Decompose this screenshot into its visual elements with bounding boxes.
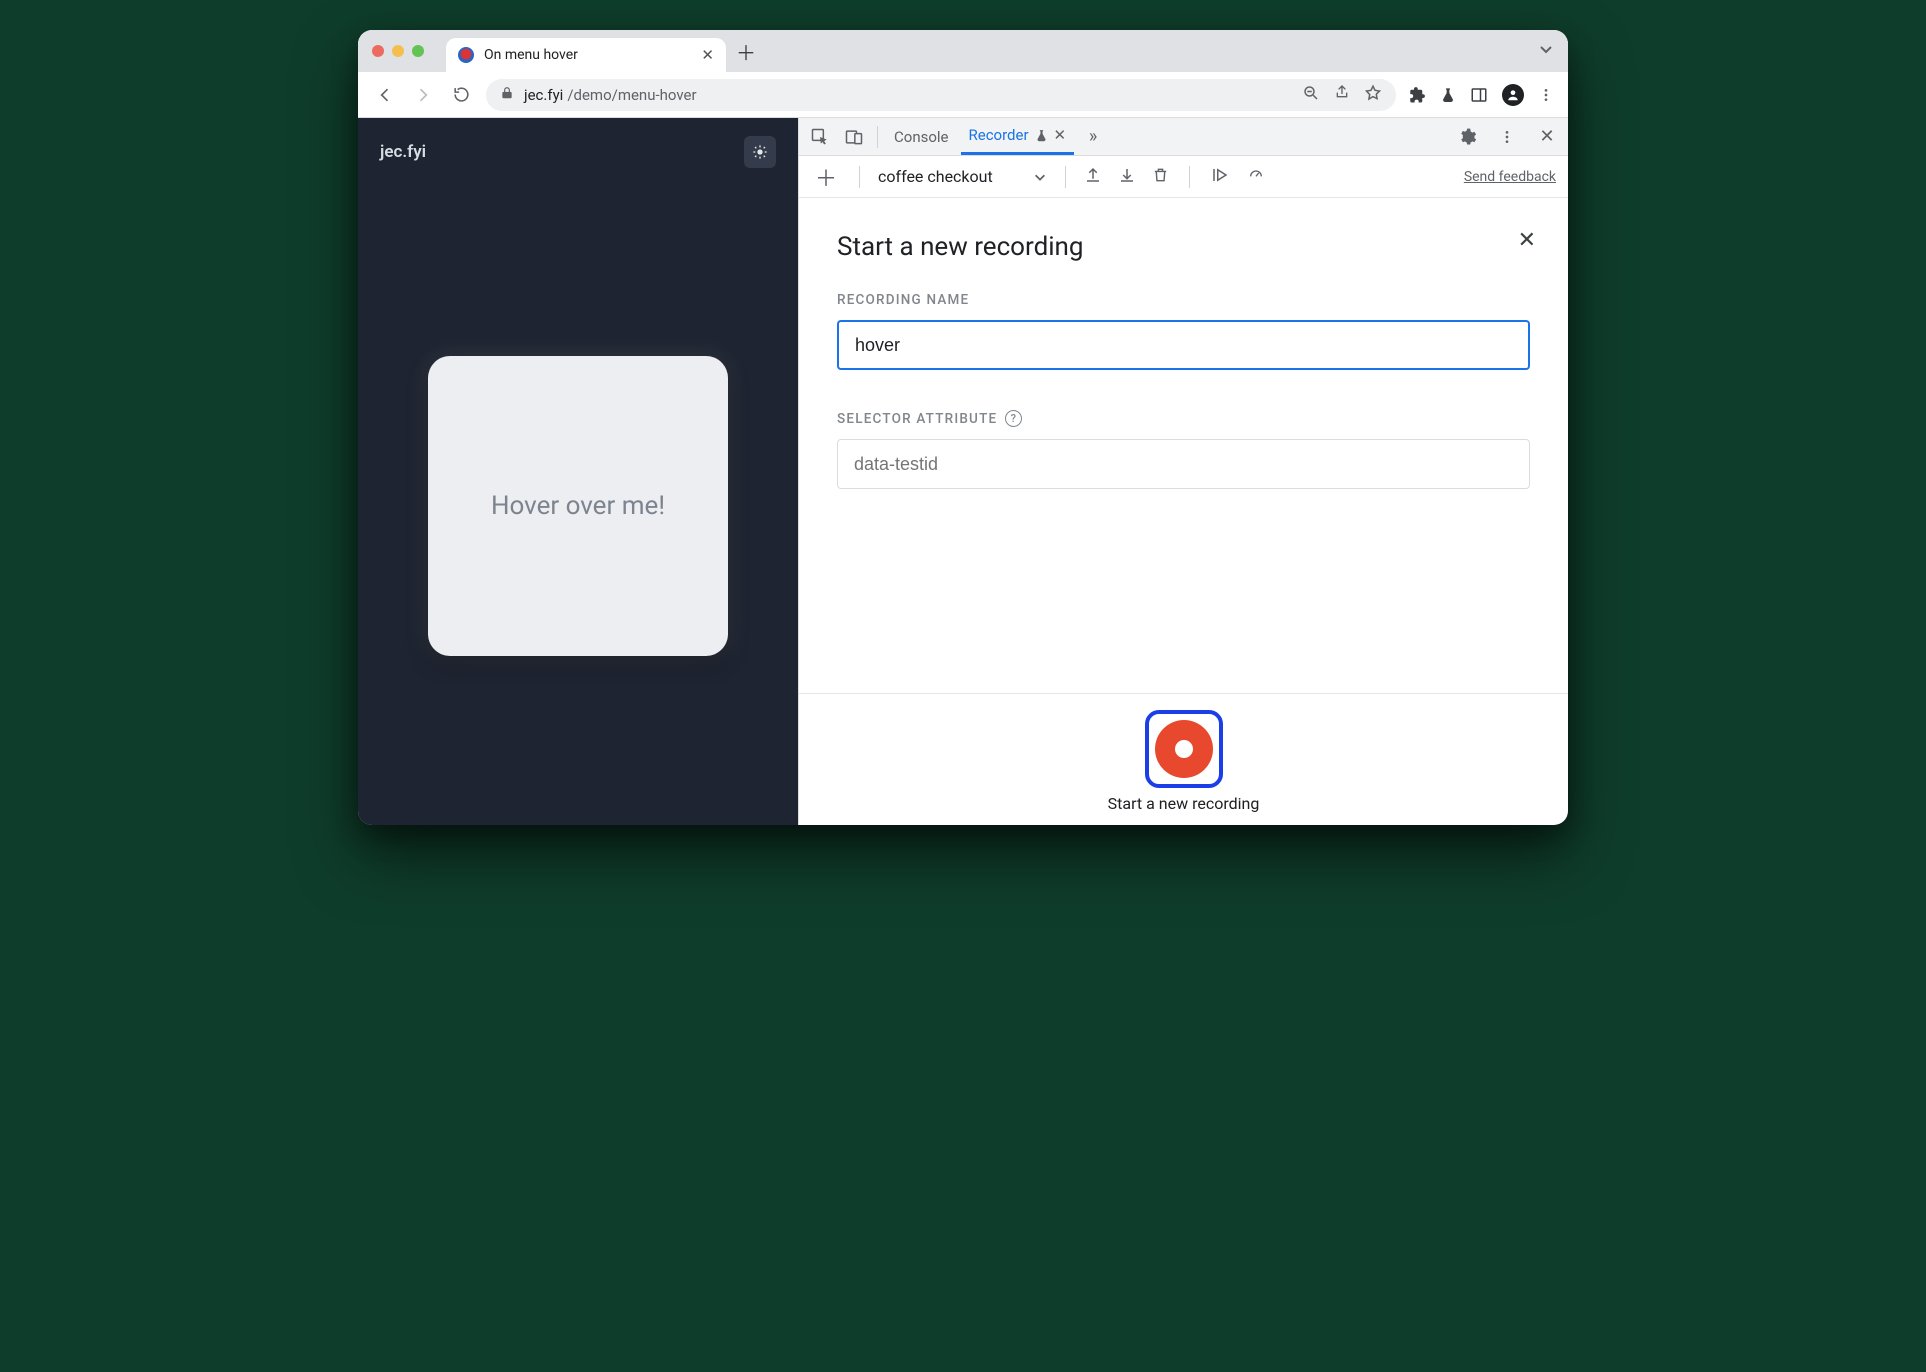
close-tab-icon[interactable]: ✕ (1054, 126, 1067, 144)
devtools-panel: Console Recorder ✕ » ✕ (798, 118, 1568, 825)
extensions-icon[interactable] (1408, 86, 1426, 104)
play-icon[interactable] (1210, 166, 1230, 188)
start-recording-label: Start a new recording (1108, 794, 1260, 813)
minimize-window-button[interactable] (392, 45, 404, 57)
profile-avatar[interactable] (1502, 84, 1524, 106)
labs-icon[interactable] (1440, 86, 1456, 104)
url-path: /demo/menu-hover (567, 86, 696, 104)
inspect-element-icon[interactable] (805, 122, 835, 152)
bookmark-star-icon[interactable] (1364, 84, 1382, 106)
help-icon[interactable]: ? (1005, 410, 1022, 427)
tab-overflow-button[interactable] (1538, 41, 1554, 61)
flask-icon (1035, 128, 1048, 143)
address-bar[interactable]: jec.fyi /demo/menu-hover (486, 79, 1396, 111)
kebab-menu-icon[interactable] (1538, 87, 1554, 103)
export-icon[interactable] (1084, 166, 1102, 188)
recorder-toolbar: ＋ coffee checkout Send feedback (799, 156, 1568, 198)
delete-icon[interactable] (1152, 166, 1169, 188)
reload-button[interactable] (448, 82, 474, 108)
hover-card-text: Hover over me! (491, 491, 665, 521)
devtools-kebab-icon[interactable] (1492, 122, 1522, 152)
import-icon[interactable] (1118, 166, 1136, 188)
speed-icon[interactable] (1246, 167, 1266, 187)
device-toolbar-icon[interactable] (839, 122, 869, 152)
tab-recorder[interactable]: Recorder ✕ (961, 118, 1075, 155)
devtools-tabbar: Console Recorder ✕ » ✕ (799, 118, 1568, 156)
address-bar-actions (1302, 84, 1382, 106)
browser-window: On menu hover ✕ ＋ jec.fyi /demo/menu-hov… (358, 30, 1568, 825)
panel-icon[interactable] (1470, 86, 1488, 104)
recorder-footer: Start a new recording (799, 693, 1568, 825)
recorder-body: Start a new recording ✕ RECORDING NAME S… (799, 198, 1568, 693)
recording-name-input[interactable] (837, 320, 1530, 370)
recording-dropdown[interactable]: coffee checkout (878, 167, 1047, 186)
webpage-header: jec.fyi (358, 118, 798, 186)
tab-console[interactable]: Console (886, 118, 957, 155)
toolbar: jec.fyi /demo/menu-hover (358, 72, 1568, 118)
site-brand: jec.fyi (380, 142, 426, 162)
selector-attribute-input[interactable] (837, 439, 1530, 489)
favicon-icon (458, 47, 474, 63)
demo-area: Hover over me! (358, 186, 798, 825)
recording-name-group: RECORDING NAME (837, 292, 1530, 370)
share-icon[interactable] (1334, 84, 1350, 106)
toolbar-extensions (1408, 84, 1554, 106)
send-feedback-link[interactable]: Send feedback (1464, 169, 1556, 185)
chevron-down-icon (1033, 170, 1047, 184)
tab-title: On menu hover (484, 47, 691, 63)
theme-toggle-button[interactable] (744, 136, 776, 168)
start-recording-button[interactable] (1145, 710, 1223, 788)
more-tabs-icon[interactable]: » (1078, 122, 1108, 152)
hover-card[interactable]: Hover over me! (428, 356, 728, 656)
recording-name-label: RECORDING NAME (837, 292, 1530, 308)
selector-attribute-group: SELECTOR ATTRIBUTE ? (837, 410, 1530, 489)
close-devtools-button[interactable]: ✕ (1532, 122, 1562, 152)
url-host: jec.fyi (524, 86, 563, 104)
close-tab-button[interactable]: ✕ (701, 46, 714, 64)
zoom-out-icon[interactable] (1302, 84, 1320, 106)
maximize-window-button[interactable] (412, 45, 424, 57)
recording-dropdown-label: coffee checkout (878, 167, 993, 186)
titlebar: On menu hover ✕ ＋ (358, 30, 1568, 72)
forward-button[interactable] (410, 82, 436, 108)
content-area: jec.fyi Hover over me! C (358, 118, 1568, 825)
window-controls (372, 45, 424, 57)
record-icon (1155, 720, 1213, 778)
recorder-actions (1084, 166, 1266, 188)
close-dialog-button[interactable]: ✕ (1518, 228, 1536, 253)
back-button[interactable] (372, 82, 398, 108)
recorder-heading: Start a new recording (837, 232, 1530, 262)
webpage: jec.fyi Hover over me! (358, 118, 798, 825)
settings-gear-icon[interactable] (1452, 122, 1482, 152)
new-tab-button[interactable]: ＋ (736, 37, 756, 66)
lock-icon (500, 86, 514, 104)
browser-tab[interactable]: On menu hover ✕ (446, 38, 726, 72)
close-window-button[interactable] (372, 45, 384, 57)
selector-attribute-label: SELECTOR ATTRIBUTE ? (837, 410, 1530, 427)
new-recording-button[interactable]: ＋ (811, 162, 841, 192)
